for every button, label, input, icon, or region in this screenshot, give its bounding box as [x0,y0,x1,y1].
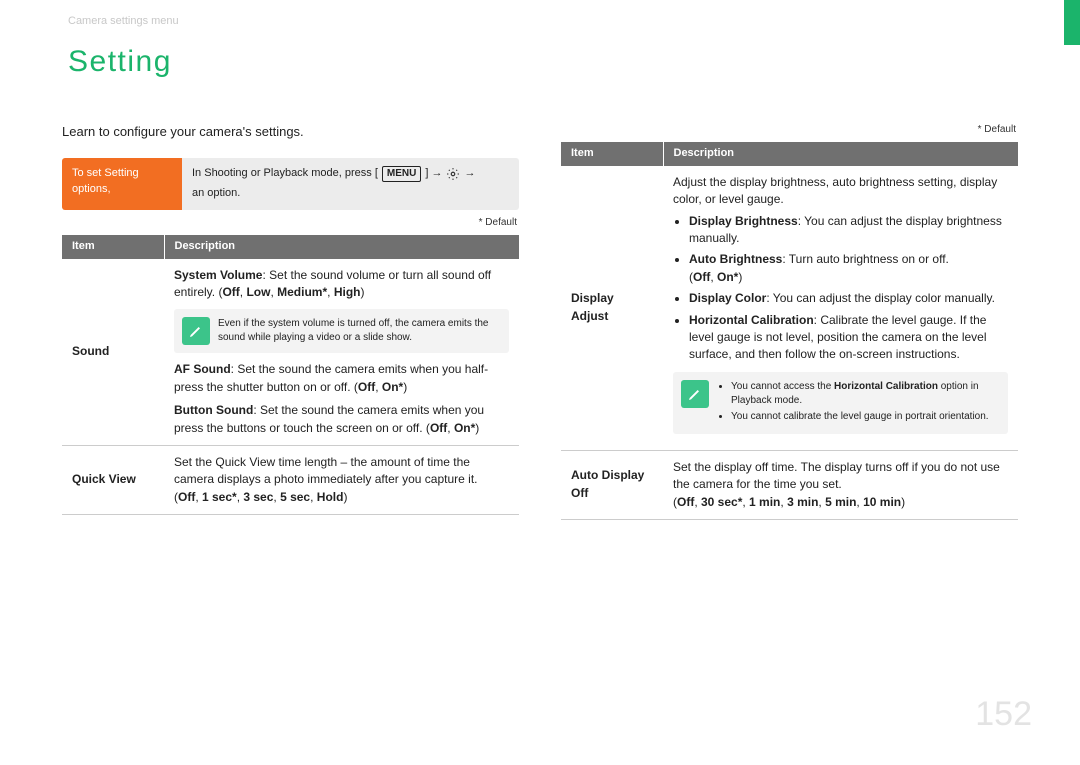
ado-30s: 30 sec* [701,495,742,509]
btn-on-star: On* [454,421,475,435]
ado-5m: 5 min [825,495,856,509]
instruction-arrow-1: ] → [425,166,442,182]
ab-desc: : Turn auto brightness on or off. [782,252,949,266]
ab-close: ) [738,270,742,284]
ado-off: Off [677,495,694,509]
af-on-star: On* [382,380,403,394]
note-display-adjust: You cannot access the Horizontal Calibra… [673,372,1008,434]
qv-5s: 5 sec [280,490,310,504]
col-header-item: Item [62,235,164,259]
opt-high: High [334,285,361,299]
note1-bold: Horizontal Calibration [834,381,938,392]
ado-10m: 10 min [863,495,901,509]
ado-close: ) [901,495,905,509]
qv-off: Off [178,490,195,504]
btn-off: Off [430,421,447,435]
ab-on-star: On* [717,270,738,284]
intro-text: Learn to configure your camera's setting… [62,123,519,142]
pen-icon [182,317,210,345]
opt-medium: Medium* [277,285,327,299]
opt-low: Low [246,285,270,299]
af-off: Off [358,380,375,394]
button-sound-label: Button Sound [174,403,253,417]
instruction-arrow-2: → [464,166,475,182]
af-sound-label: AF Sound [174,362,231,376]
table-row-sound: Sound System Volume: Set the sound volum… [62,259,519,446]
breadcrumb: Camera settings menu [68,14,1042,30]
table-row-quickview: Quick View Set the Quick View time lengt… [62,446,519,515]
col-header-description: Description [164,235,519,259]
menu-button-label: MENU [382,166,421,182]
da-lead: Adjust the display brightness, auto brig… [673,174,1008,209]
page-number: 152 [975,690,1032,739]
left-column: Learn to configure your camera's setting… [62,123,519,520]
item-quickview: Quick View [62,446,164,515]
quickview-desc: Set the Quick View time length – the amo… [174,455,477,486]
qv-hold: Hold [317,490,344,504]
col-header-description-r: Description [663,142,1018,166]
note2: You cannot calibrate the level gauge in … [731,410,998,424]
settings-table-left: Item Description Sound System Volume: Se… [62,235,519,515]
qv-1s: 1 sec* [202,490,237,504]
page-title: Setting [68,40,1042,84]
db-label: Display Brightness [689,214,798,228]
right-column: * Default Item Description Display Adjus… [561,123,1018,520]
item-sound: Sound [62,259,164,446]
table-row-auto-display-off: Auto Display Off Set the display off tim… [561,450,1018,519]
hc-label: Horizontal Calibration [689,313,814,327]
instruction-label: To set Setting options, [62,158,182,210]
item-auto-display-off: Auto Display Off [561,450,663,519]
instruction-pre: In Shooting or Playback mode, press [ [192,166,378,182]
pen-icon [681,380,709,408]
note1-pre: You cannot access the [731,381,834,392]
note-sound: Even if the system volume is turned off,… [174,309,509,353]
instruction-callout: To set Setting options, In Shooting or P… [62,158,519,210]
note-sound-text: Even if the system volume is turned off,… [218,318,489,343]
default-note-left: * Default [62,216,519,231]
default-note-right: * Default [561,123,1018,138]
instruction-body: In Shooting or Playback mode, press [ ME… [182,158,519,210]
qv-close: ) [343,490,347,504]
section-tab [1064,0,1080,45]
ado-1m: 1 min [749,495,780,509]
ado-desc: Set the display off time. The display tu… [673,459,1008,494]
dc-label: Display Color [689,291,766,305]
ab-label: Auto Brightness [689,252,782,266]
gear-icon [446,167,460,181]
dc-desc: : You can adjust the display color manua… [766,291,995,305]
ado-3m: 3 min [787,495,818,509]
instruction-post: an option. [192,186,240,202]
settings-table-right: Item Description Display Adjust Adjust t… [561,142,1018,520]
af-close: ) [403,380,407,394]
btn-close: ) [475,421,479,435]
system-volume-label: System Volume [174,268,262,282]
opt-close: ) [361,285,365,299]
table-row-display-adjust: Display Adjust Adjust the display bright… [561,166,1018,450]
item-display-adjust: Display Adjust [561,166,663,450]
opt-off: Off [222,285,239,299]
ab-off: Off [693,270,710,284]
qv-3s: 3 sec [243,490,273,504]
manual-page: Camera settings menu Setting Learn to co… [0,0,1080,765]
col-header-item-r: Item [561,142,663,166]
